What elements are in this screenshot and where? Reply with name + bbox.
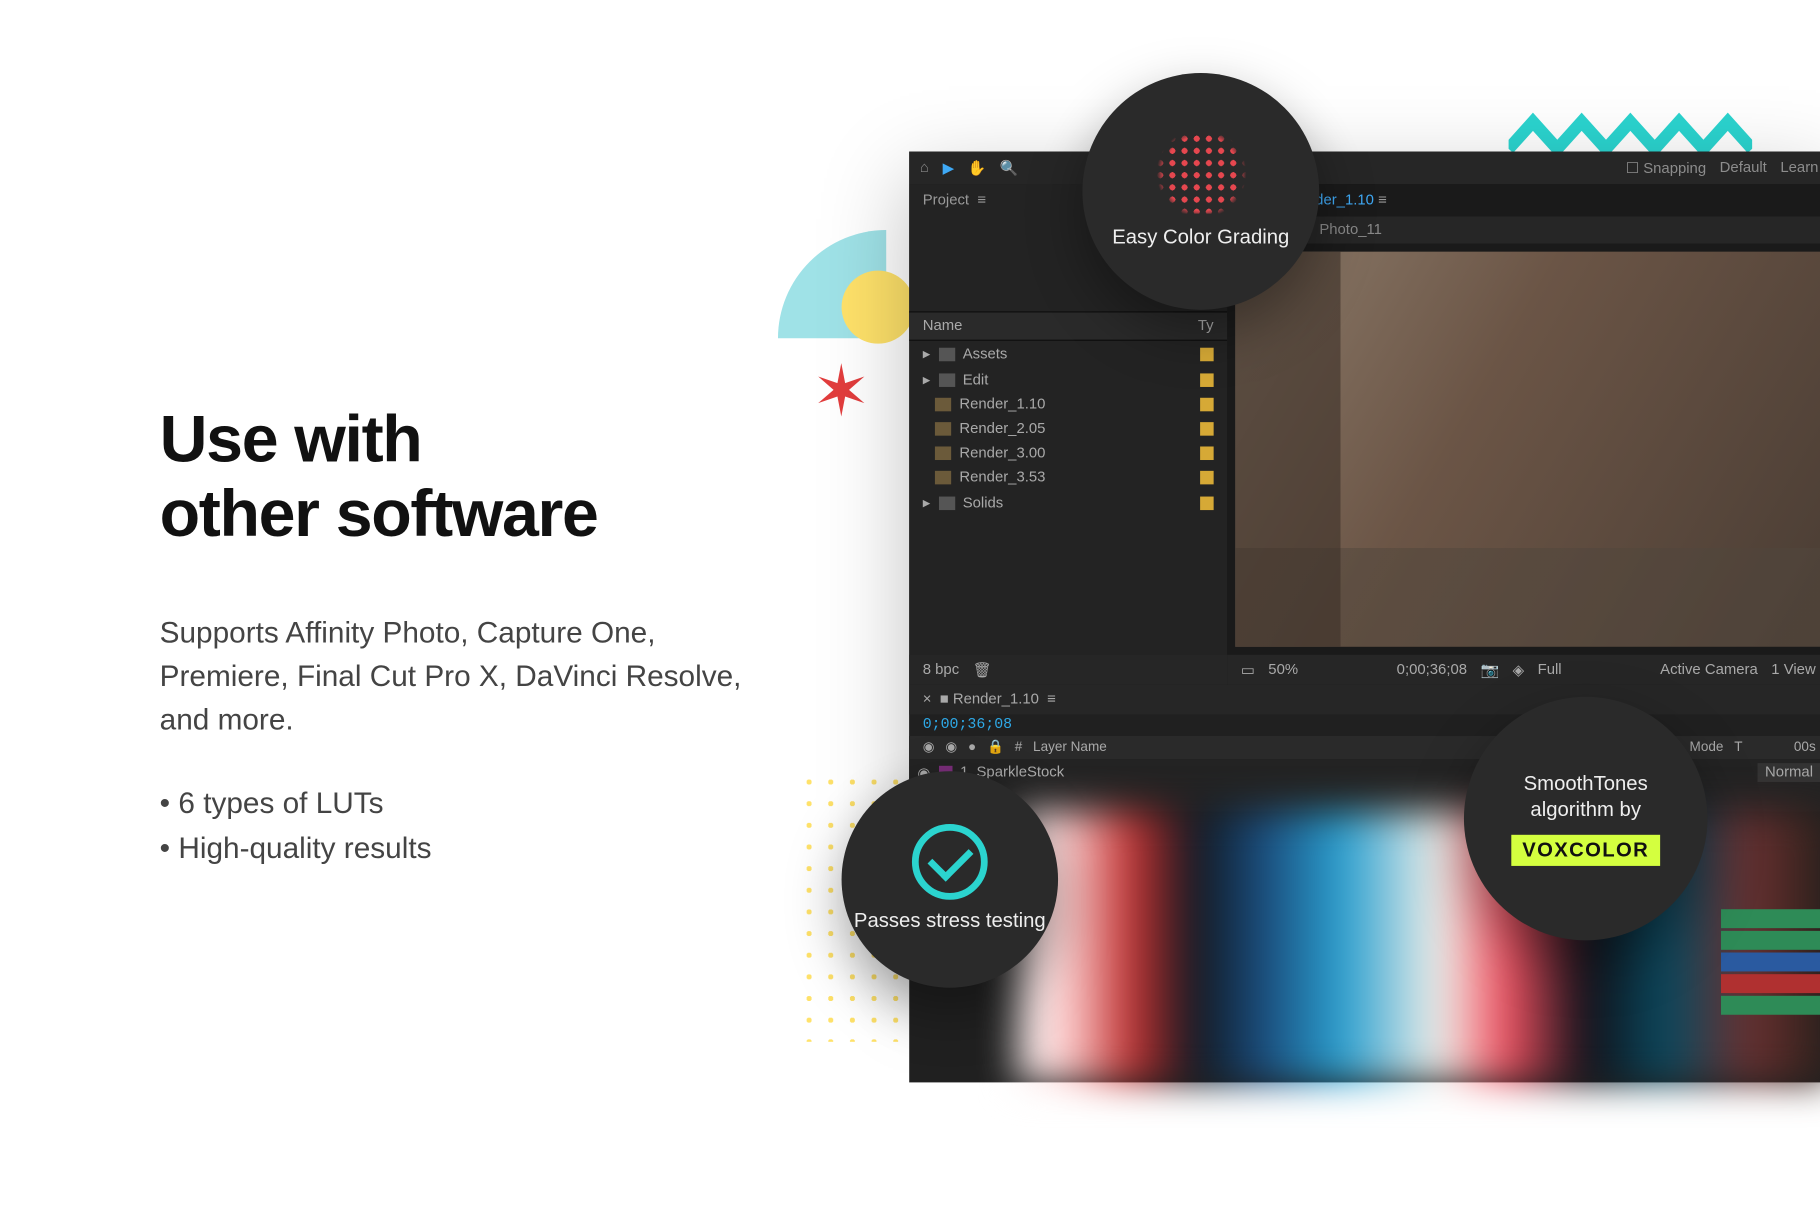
project-item-folder[interactable]: ▸Edit	[909, 367, 1227, 393]
project-item-comp[interactable]: Render_3.53	[909, 465, 1227, 489]
badge-stress-test: Passes stress testing	[842, 771, 1058, 987]
project-items[interactable]: ▸Assets ▸Edit Render_1.10 Render_2.05 Re…	[909, 341, 1227, 655]
project-footer: 8 bpc🗑	[909, 655, 1227, 685]
composition-panel: osition Render_1.10 ≡ ‹ Part_1 ‹ Photo_1…	[1227, 184, 1820, 685]
check-icon	[912, 824, 988, 900]
timecode[interactable]: 0;00;36;08	[909, 714, 1820, 736]
voxcolor-brand: VOXCOLOR	[1511, 834, 1660, 866]
zoom-tool-icon[interactable]: 🔍	[1000, 159, 1019, 177]
deco-sun	[842, 271, 915, 344]
viewer-footer[interactable]: ▭50% 0;00;36;08 📷◈ Full Active Camera 1 …	[1227, 655, 1820, 685]
marketing-copy: Use with other software Supports Affinit…	[160, 403, 742, 870]
project-item-comp[interactable]: Render_3.00	[909, 441, 1227, 465]
dot-matrix-icon	[1153, 132, 1248, 213]
project-item-folder[interactable]: ▸Assets	[909, 341, 1227, 367]
project-item-comp[interactable]: Render_1.10	[909, 392, 1227, 416]
project-item-folder[interactable]: ▸Solids	[909, 490, 1227, 516]
bullet: 6 types of LUTs	[160, 781, 742, 826]
subcopy: Supports Affinity Photo, Capture One, Pr…	[160, 611, 742, 740]
selection-tool-icon[interactable]: ▶	[943, 159, 954, 177]
composition-viewer[interactable]	[1235, 252, 1820, 647]
badge-voxcolor: SmoothTones algorithm by VOXCOLOR	[1464, 697, 1708, 941]
home-icon[interactable]: ⌂	[920, 160, 929, 176]
headline: Use with other software	[160, 403, 742, 551]
timeline-tracks	[1721, 909, 1820, 1017]
deco-star-icon: ✶	[812, 352, 871, 433]
bullet: High-quality results	[160, 826, 742, 871]
badge-color-grading: Easy Color Grading	[1082, 73, 1319, 310]
project-item-comp[interactable]: Render_2.05	[909, 417, 1227, 441]
hand-tool-icon[interactable]: ✋	[968, 159, 987, 177]
project-panel-title: Project	[923, 192, 969, 208]
breadcrumb[interactable]: ‹ Part_1 ‹ Photo_11	[1227, 216, 1820, 243]
project-columns: Name Ty	[909, 311, 1227, 341]
app-toolbar[interactable]: ⌂ ▶ ✋ 🔍 ☐ Snapping Default Learn	[909, 152, 1820, 184]
